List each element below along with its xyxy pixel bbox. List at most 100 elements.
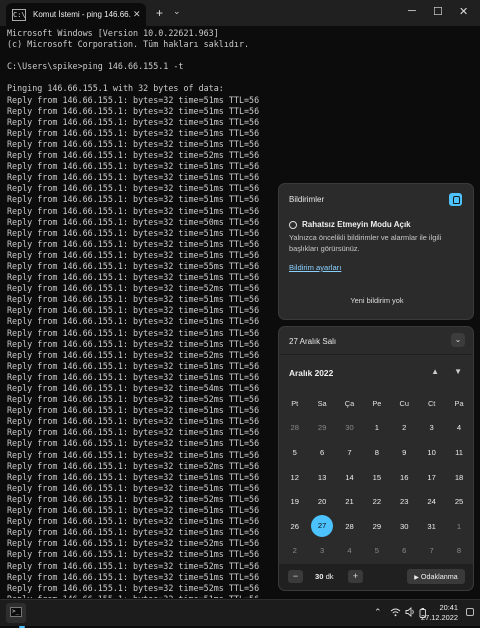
- calendar-day[interactable]: 20: [308, 497, 335, 506]
- calendar-day[interactable]: 12: [281, 473, 308, 482]
- calendar-month-label[interactable]: Aralık 2022: [289, 368, 333, 378]
- tab-dropdown-icon[interactable]: ⌄: [173, 6, 181, 17]
- calendar-day[interactable]: 4: [336, 546, 363, 555]
- calendar-day[interactable]: 2: [391, 423, 418, 432]
- reply-prefix: Reply from 146.66.155.1: bytes=32 time=: [7, 227, 204, 238]
- reply-suffix: TTL=56: [223, 449, 260, 460]
- calendar-day[interactable]: 30: [391, 522, 418, 531]
- reply-prefix: Reply from 146.66.155.1: bytes=32 time=: [7, 405, 204, 416]
- calendar-day[interactable]: 30: [336, 423, 363, 432]
- collapse-calendar-button[interactable]: ⌄: [451, 333, 465, 347]
- calendar-day[interactable]: 6: [391, 546, 418, 555]
- volume-icon[interactable]: [405, 607, 416, 617]
- close-button[interactable]: ✕: [459, 5, 468, 18]
- calendar-day[interactable]: 3: [308, 546, 335, 555]
- calendar-day[interactable]: 28: [336, 522, 363, 531]
- reply-prefix: Reply from 146.66.155.1: bytes=32 time=: [7, 249, 204, 260]
- calendar-day[interactable]: 10: [418, 448, 445, 457]
- day-number: 17: [427, 472, 436, 482]
- calendar-day[interactable]: 17: [418, 473, 445, 482]
- calendar-day[interactable]: 28: [281, 423, 308, 432]
- calendar-day[interactable]: 2: [281, 546, 308, 555]
- calendar-day[interactable]: 7: [418, 546, 445, 555]
- ping-reply-line: Reply from 146.66.155.1: bytes=32 time=5…: [7, 128, 477, 139]
- reply-prefix: Reply from 146.66.155.1: bytes=32 time=: [7, 338, 204, 349]
- day-number: 26: [290, 521, 299, 531]
- calendar-day[interactable]: 15: [363, 473, 390, 482]
- ping-reply-line: Reply from 146.66.155.1: bytes=32 time=5…: [7, 106, 477, 117]
- calendar-day[interactable]: 24: [418, 497, 445, 506]
- reply-suffix: TTL=56: [223, 327, 260, 338]
- calendar-day[interactable]: 29: [308, 423, 335, 432]
- reply-prefix: Reply from 146.66.155.1: bytes=32 time=: [7, 582, 204, 593]
- calendar-day[interactable]: 8: [363, 448, 390, 457]
- calendar-day[interactable]: 14: [336, 473, 363, 482]
- calendar-day[interactable]: 25: [445, 497, 472, 506]
- calendar-day[interactable]: 29: [363, 522, 390, 531]
- reply-prefix: Reply from 146.66.155.1: bytes=32 time=: [7, 205, 204, 216]
- clock-date: 27.12.2022: [421, 613, 458, 622]
- day-number: 21: [345, 497, 354, 507]
- calendar-day[interactable]: 8: [445, 546, 472, 555]
- new-tab-button[interactable]: +: [156, 6, 163, 20]
- reply-time: 51ms: [203, 161, 224, 172]
- calendar-day[interactable]: 5: [363, 546, 390, 555]
- calendar-grid: Pt Sa Ça Pe Cu Ct Pa 28 29 30 1 2 3 4 5 6 7 8 9 10 11 12 13 14 1…: [281, 391, 473, 563]
- calendar-day[interactable]: 1: [363, 423, 390, 432]
- calendar-day[interactable]: 23: [391, 497, 418, 506]
- reply-time: 52ms: [203, 493, 224, 504]
- reply-suffix: TTL=56: [223, 116, 260, 127]
- reply-suffix: TTL=56: [223, 194, 260, 205]
- calendar-day[interactable]: 21: [336, 497, 363, 506]
- calendar-panel: 27 Aralık Salı ⌄ Aralık 2022 ▲ ▼ Pt Sa Ça P…: [278, 326, 474, 591]
- day-number: 24: [427, 497, 436, 507]
- bell-snooze-icon[interactable]: [449, 193, 462, 206]
- maximize-button[interactable]: ☐: [433, 5, 443, 18]
- calendar-day[interactable]: 11: [445, 448, 472, 457]
- decrease-focus-button[interactable]: −: [288, 570, 303, 583]
- taskbar-terminal-button[interactable]: >_: [6, 603, 26, 628]
- calendar-day[interactable]: 6: [308, 448, 335, 457]
- reply-time: 54ms: [203, 383, 224, 393]
- reply-prefix: Reply from 146.66.155.1: bytes=32 time=: [7, 138, 204, 149]
- calendar-day[interactable]: 19: [281, 497, 308, 506]
- reply-suffix: TTL=56: [223, 438, 260, 449]
- wifi-icon[interactable]: [390, 607, 401, 617]
- focus-start-button[interactable]: ▶ Odaklanma: [407, 569, 465, 584]
- calendar-day[interactable]: 5: [281, 448, 308, 457]
- notification-settings-link[interactable]: Bildirim ayarları: [289, 263, 341, 272]
- tab-command-prompt[interactable]: C:\ Komut İstemi - ping 146.66.1 ✕: [6, 3, 146, 26]
- calendar-day[interactable]: 18: [445, 473, 472, 482]
- taskbar-clock[interactable]: 20:41 27.12.2022: [421, 603, 458, 623]
- notification-center-icon[interactable]: [466, 608, 474, 616]
- reply-suffix: TTL=56: [223, 238, 260, 249]
- reply-suffix: TTL=56: [223, 460, 260, 471]
- calendar-day[interactable]: 13: [308, 473, 335, 482]
- day-number: 25: [454, 497, 464, 507]
- calendar-day[interactable]: 3: [418, 423, 445, 432]
- terminal-line: C:\Users\spike>ping 146.66.155.1 -t: [7, 61, 184, 72]
- reply-time: 51ms: [203, 205, 224, 216]
- calendar-day[interactable]: 7: [336, 448, 363, 457]
- calendar-day[interactable]: 16: [391, 473, 418, 482]
- calendar-day[interactable]: 27: [308, 515, 335, 538]
- reply-time: 50ms: [203, 216, 224, 227]
- reply-prefix: Reply from 146.66.155.1: bytes=32 time=: [7, 383, 204, 393]
- calendar-day[interactable]: 22: [363, 497, 390, 506]
- increase-focus-button[interactable]: +: [348, 570, 363, 583]
- calendar-day[interactable]: 9: [391, 448, 418, 457]
- calendar-day[interactable]: 4: [445, 423, 472, 432]
- calendar-day[interactable]: 1: [445, 522, 472, 531]
- reply-prefix: Reply from 146.66.155.1: bytes=32 time=: [7, 327, 204, 338]
- reply-suffix: TTL=56: [223, 538, 260, 549]
- tray-overflow-icon[interactable]: ⌃: [374, 607, 382, 618]
- reply-prefix: Reply from 146.66.155.1: bytes=32 time=: [7, 549, 204, 560]
- reply-prefix: Reply from 146.66.155.1: bytes=32 time=: [7, 150, 204, 161]
- tab-close-icon[interactable]: ✕: [133, 9, 141, 20]
- calendar-day[interactable]: 31: [418, 522, 445, 531]
- next-month-button[interactable]: ▼: [454, 367, 462, 376]
- minimize-button[interactable]: ─: [408, 5, 416, 17]
- previous-month-button[interactable]: ▲: [431, 367, 439, 376]
- calendar-day[interactable]: 26: [281, 522, 308, 531]
- focus-button-label: Odaklanma: [420, 572, 458, 581]
